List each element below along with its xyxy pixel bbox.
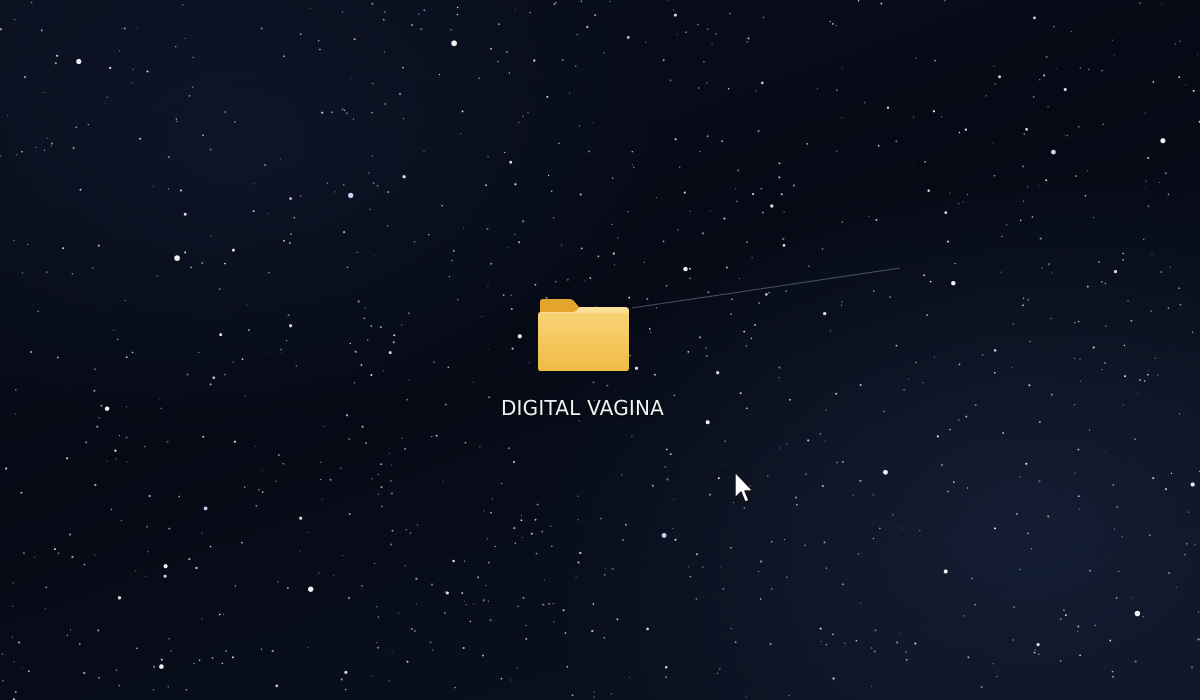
desktop[interactable]: DIGITAL VAGINA — [0, 0, 1200, 700]
arrow-cursor-icon — [734, 471, 754, 503]
folder-label[interactable]: DIGITAL VAGINA — [470, 396, 695, 420]
folder-icon — [538, 299, 629, 371]
desktop-folder-item[interactable]: DIGITAL VAGINA — [470, 288, 695, 428]
